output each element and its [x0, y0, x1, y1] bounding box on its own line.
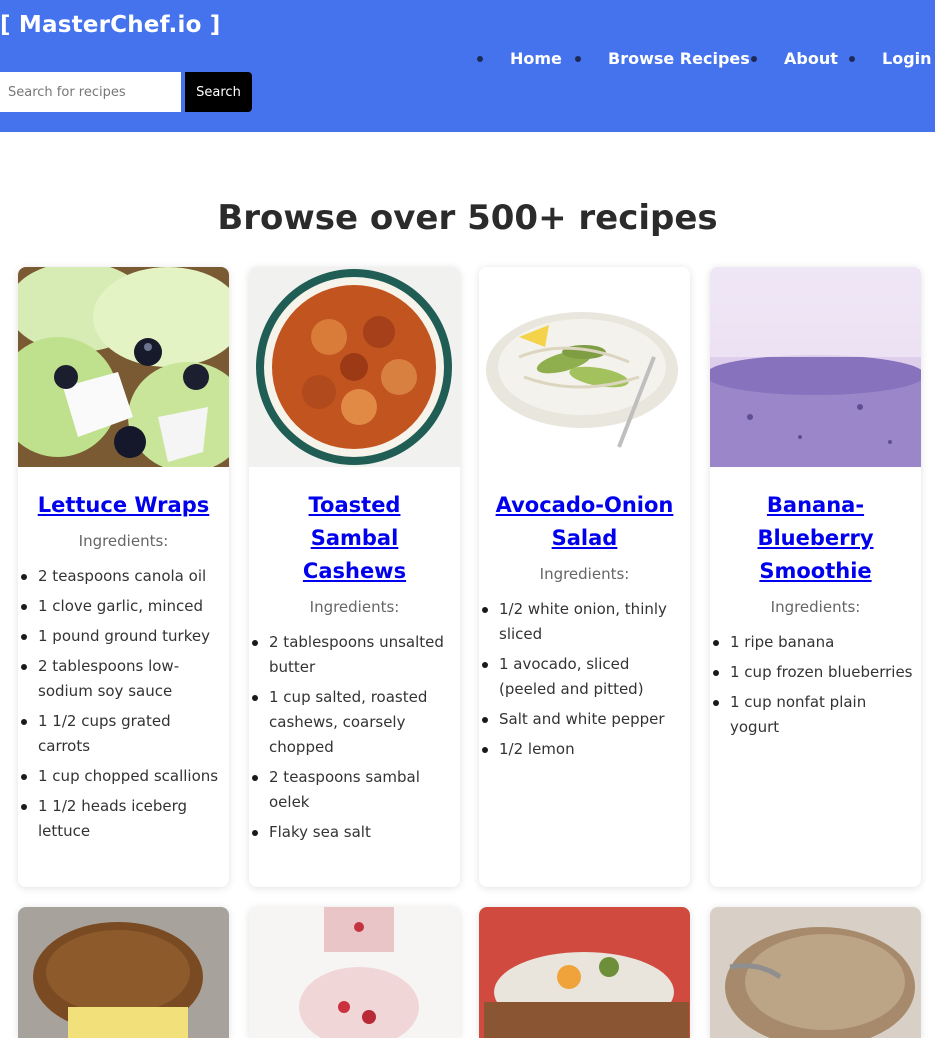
ingredient-item: 1 1/2 heads iceberg lettuce — [21, 794, 223, 844]
nav-bullet-icon — [477, 56, 483, 62]
recipe-title-link[interactable]: Banana-Blueberry Smoothie — [724, 489, 907, 588]
recipe-card: Banana-Blueberry Smoothie Ingredients: 1… — [710, 267, 921, 887]
ingredients-label: Ingredients: — [539, 565, 630, 583]
ingredient-item: 2 teaspoons sambal oelek — [252, 765, 454, 815]
nav-login[interactable]: Login — [882, 49, 932, 68]
recipe-title-link[interactable]: Toasted Sambal Cashews — [263, 489, 446, 588]
ingredient-item: 1/2 white onion, thinly sliced — [482, 597, 684, 647]
ingredient-item: 1 cup chopped scallions — [21, 764, 223, 789]
recipe-image[interactable] — [710, 267, 921, 467]
search-button[interactable]: Search — [185, 72, 252, 112]
ingredient-item: 1 avocado, sliced (peeled and pitted) — [482, 652, 684, 702]
ingredient-item: 2 tablespoons unsalted butter — [252, 630, 454, 680]
ingredient-list: 2 teaspoons canola oil 1 clove garlic, m… — [21, 564, 223, 844]
ingredient-item: 1 pound ground turkey — [21, 624, 223, 649]
ingredient-item: 1 1/2 cups grated carrots — [21, 709, 223, 759]
recipe-card: Avocado-Onion Salad Ingredients: 1/2 whi… — [479, 267, 690, 887]
recipe-image[interactable] — [249, 267, 460, 467]
nav-bullet-icon — [751, 56, 757, 62]
recipe-image[interactable] — [479, 907, 690, 1038]
ingredient-item: 2 tablespoons low-sodium soy sauce — [21, 654, 223, 704]
ingredients-label: Ingredients: — [309, 598, 400, 616]
ingredient-item: 1 clove garlic, minced — [21, 594, 223, 619]
recipe-image[interactable] — [249, 907, 460, 1038]
recipe-title-link[interactable]: Lettuce Wraps — [32, 489, 215, 522]
recipe-image[interactable] — [18, 267, 229, 467]
nav-browse-recipes[interactable]: Browse Recipes — [608, 49, 750, 68]
nav-bullet-icon — [849, 56, 855, 62]
recipe-card — [249, 907, 460, 1038]
brand-logo[interactable]: [ MasterChef.io ] — [0, 12, 221, 38]
ingredient-item: 1 cup frozen blueberries — [713, 660, 915, 685]
recipe-card — [18, 907, 229, 1038]
recipe-card: Toasted Sambal Cashews Ingredients: 2 ta… — [249, 267, 460, 887]
search-input[interactable] — [0, 72, 181, 112]
ingredient-item: 1 cup nonfat plain yogurt — [713, 690, 915, 740]
recipe-card — [710, 907, 921, 1038]
ingredient-list: 2 tablespoons unsalted butter 1 cup salt… — [252, 630, 454, 845]
ingredient-item: Flaky sea salt — [252, 820, 454, 845]
page-heading: Browse over 500+ recipes — [217, 198, 718, 238]
ingredient-item: 1/2 lemon — [482, 737, 684, 762]
recipe-card: Lettuce Wraps Ingredients: 2 teaspoons c… — [18, 267, 229, 887]
main-nav: Home Browse Recipes About Login — [0, 49, 935, 71]
recipe-title-link[interactable]: Avocado-Onion Salad — [493, 489, 676, 555]
recipe-image[interactable] — [479, 267, 690, 467]
site-header: [ MasterChef.io ] Search Home Browse Rec… — [0, 0, 935, 132]
recipe-image[interactable] — [18, 907, 229, 1038]
ingredients-label: Ingredients: — [770, 598, 861, 616]
ingredient-list: 1/2 white onion, thinly sliced 1 avocado… — [482, 597, 684, 762]
nav-bullet-icon — [575, 56, 581, 62]
nav-home[interactable]: Home — [510, 49, 562, 68]
recipe-image[interactable] — [710, 907, 921, 1038]
ingredients-label: Ingredients: — [78, 532, 169, 550]
ingredient-item: 1 ripe banana — [713, 630, 915, 655]
ingredient-item: 2 teaspoons canola oil — [21, 564, 223, 589]
nav-about[interactable]: About — [784, 49, 838, 68]
ingredient-list: 1 ripe banana 1 cup frozen blueberries 1… — [713, 630, 915, 740]
ingredient-item: Salt and white pepper — [482, 707, 684, 732]
ingredient-item: 1 cup salted, roasted cashews, coarsely … — [252, 685, 454, 760]
recipe-card — [479, 907, 690, 1038]
